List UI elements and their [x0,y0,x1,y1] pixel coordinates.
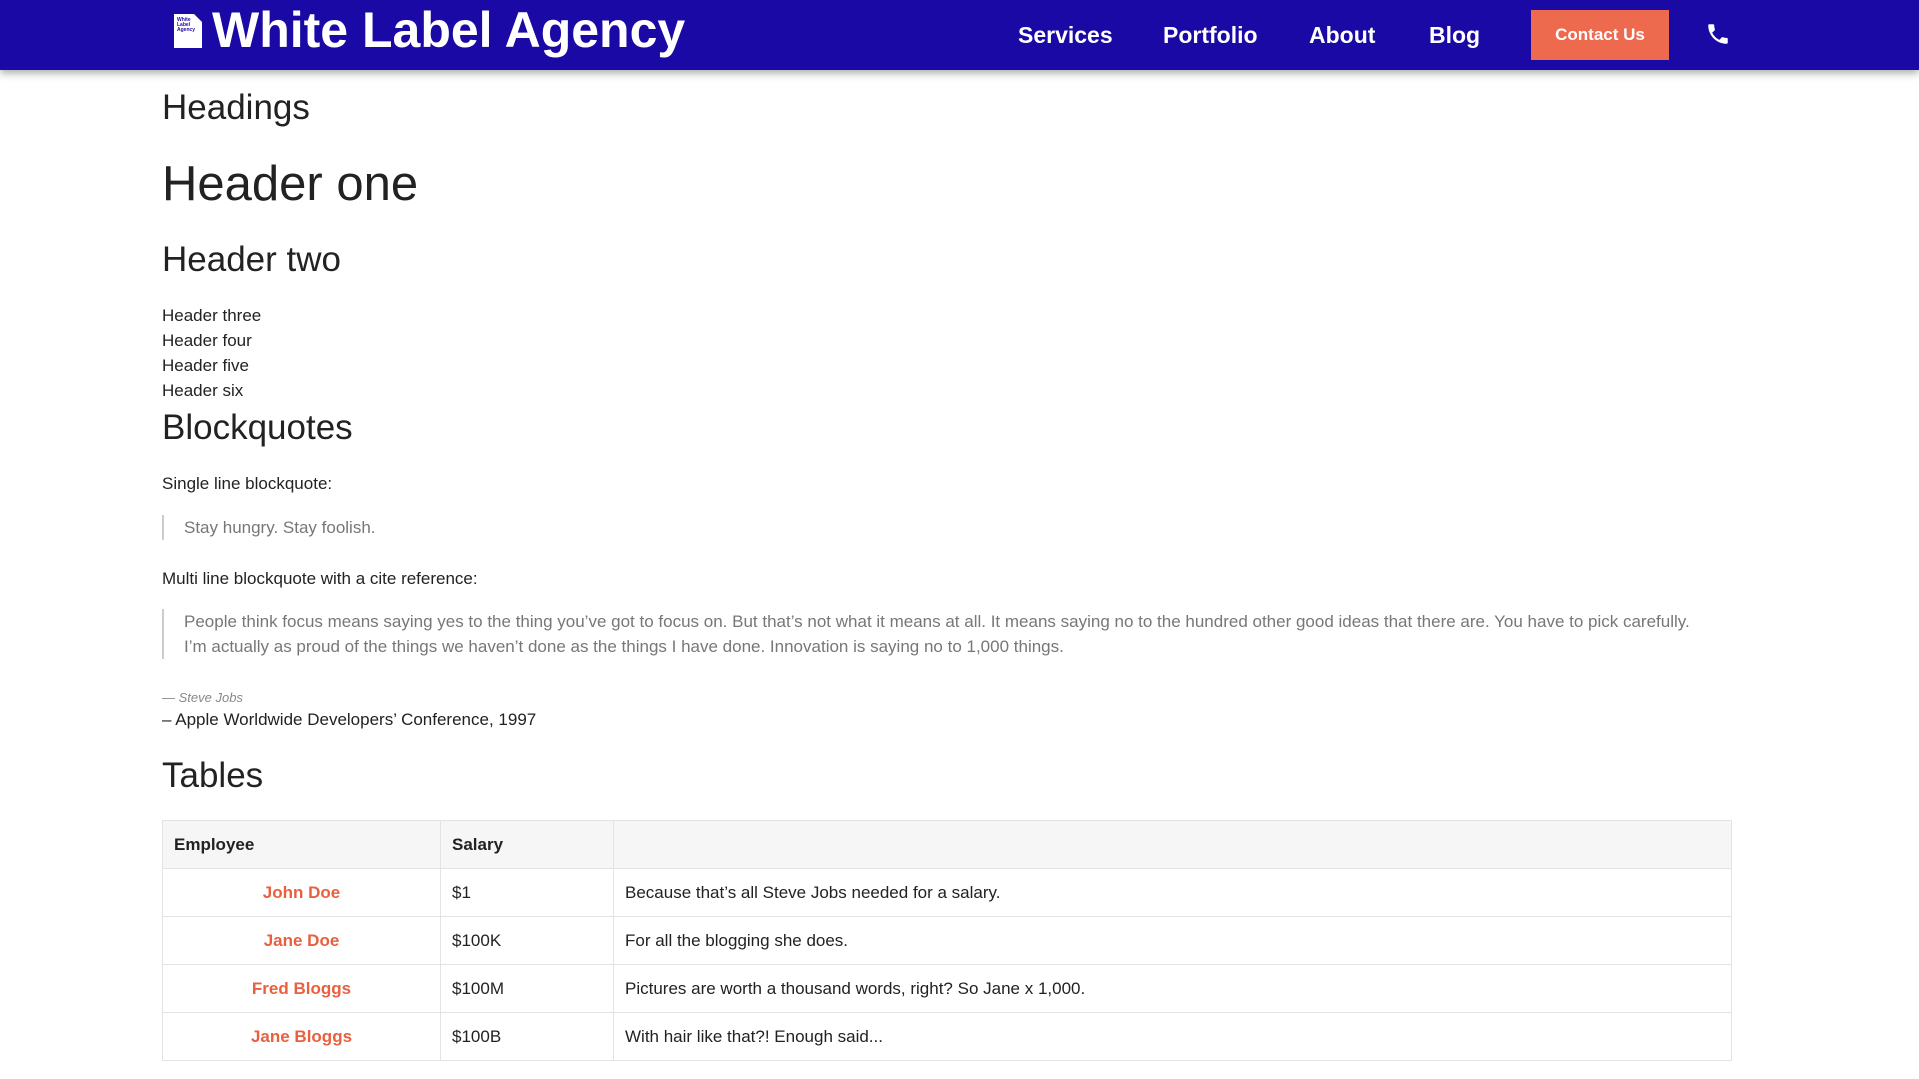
multi-blockquote-label: Multi line blockquote with a cite refere… [162,569,478,588]
logo-badge-icon: White Label Agency [174,14,202,48]
salary-cell: $1 [440,868,614,917]
table-row: Jane Doe $100K For all the blogging she … [162,916,1732,965]
salary-cell: $100B [440,1012,614,1061]
nav-link-blog[interactable]: Blog [1429,22,1480,49]
employee-table: Employee Salary John Doe $1 Because that… [162,820,1732,1061]
salary-cell: $100M [440,964,614,1013]
headings-section-title: Headings [162,88,310,127]
quote-source: – Apple Worldwide Developers’ Conference… [162,710,537,729]
column-header-employee: Employee [162,820,441,869]
header-three: Header three [162,306,262,325]
contact-us-button[interactable]: Contact Us [1531,10,1669,60]
salary-cell: $100K [440,916,614,965]
note-cell: With hair like that?! Enough said... [613,1012,1732,1061]
nav-link-about[interactable]: About [1309,22,1375,49]
single-blockquote: Stay hungry. Stay foolish. [162,515,1684,540]
note-cell: For all the blogging she does. [613,916,1732,965]
nav-link-services[interactable]: Services [1018,22,1113,49]
logo-badge-text: White Label Agency [177,17,196,33]
table-row: John Doe $1 Because that’s all Steve Job… [162,868,1732,917]
header-one: Header one [162,157,419,211]
nav-portfolio-wrap: Portfolio [1163,0,1258,70]
brand-logo[interactable]: White Label Agency White Label Agency [174,2,685,62]
employee-name-link[interactable]: Jane Doe [162,916,441,965]
note-cell: Because that’s all Steve Jobs needed for… [613,868,1732,917]
phone-icon[interactable] [1705,21,1731,47]
table-header-row: Employee Salary [162,820,1732,869]
tables-section-title: Tables [162,756,264,795]
quote-cite: — Steve Jobs [162,690,243,705]
header-four: Header four [162,331,252,350]
nav-services-wrap: Services [1018,0,1113,70]
column-header-note [613,820,1732,869]
nav-about-wrap: About [1309,0,1375,70]
column-header-salary: Salary [440,820,614,869]
employee-name-link[interactable]: John Doe [162,868,441,917]
nav-link-portfolio[interactable]: Portfolio [1163,22,1258,49]
blockquotes-section-title: Blockquotes [162,408,353,447]
header-six: Header six [162,381,244,400]
brand-name: White Label Agency [212,2,686,58]
header-five: Header five [162,356,249,375]
top-navbar: White Label Agency White Label Agency Se… [0,0,1919,70]
note-cell: Pictures are worth a thousand words, rig… [613,964,1732,1013]
table-row: Jane Bloggs $100B With hair like that?! … [162,1012,1732,1061]
single-blockquote-label: Single line blockquote: [162,474,333,493]
employee-name-link[interactable]: Fred Bloggs [162,964,441,1013]
table-row: Fred Bloggs $100M Pictures are worth a t… [162,964,1732,1013]
header-two: Header two [162,240,341,279]
employee-name-link[interactable]: Jane Bloggs [162,1012,441,1061]
multi-blockquote: People think focus means saying yes to t… [162,609,1694,659]
nav-blog-wrap: Blog [1429,0,1480,70]
